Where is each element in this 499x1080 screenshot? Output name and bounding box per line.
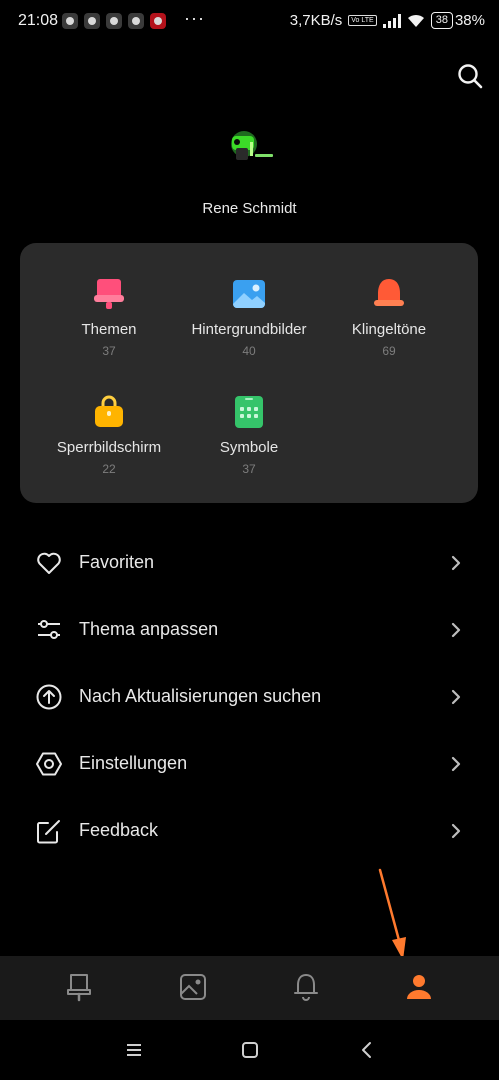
- chevron-right-icon: [451, 689, 461, 704]
- battery-percent: 38%: [454, 12, 485, 29]
- status-time: 21:08: [18, 12, 59, 29]
- home-icon[interactable]: [240, 1040, 260, 1060]
- annotation-arrow-icon: [378, 868, 406, 960]
- menu-item-check-updates[interactable]: Nach Aktualisierungen suchen: [0, 663, 499, 730]
- menu-item-label: Thema anpassen: [79, 619, 219, 639]
- status-right: 3,7KB/s Vo LTE 38 38%: [290, 12, 485, 29]
- category-label: Themen: [81, 321, 137, 338]
- category-wallpapers[interactable]: Hintergrundbilder 40: [179, 277, 319, 358]
- app-notification-icon: [84, 13, 100, 29]
- menu-item-customize-theme[interactable]: Thema anpassen: [0, 596, 499, 663]
- category-label: Sperrbildschirm: [56, 439, 162, 456]
- wallpaper-icon: [233, 280, 265, 308]
- avatar[interactable]: [222, 120, 280, 178]
- category-themes[interactable]: Themen 37: [39, 277, 179, 358]
- category-count: 37: [102, 344, 116, 358]
- menu-item-label: Einstellungen: [79, 753, 188, 773]
- lock-icon: [95, 395, 123, 427]
- category-count: 22: [102, 462, 116, 476]
- app-notification-icon: [150, 13, 166, 29]
- battery-icon: 38 38%: [430, 12, 485, 29]
- update-icon: [36, 684, 62, 709]
- system-nav-bar: [0, 1020, 499, 1080]
- category-count: 37: [242, 462, 256, 476]
- profile-tab-icon[interactable]: [404, 972, 434, 1002]
- wallpaper-tab-icon[interactable]: [178, 972, 208, 1002]
- app-notification-icon: [62, 13, 78, 29]
- categories-card: Themen 37 Hintergrundbilder 40 Klingeltö…: [20, 243, 478, 503]
- status-bar: 21:08 ··· 3,7KB/s Vo LTE 38 38%: [0, 0, 499, 44]
- chevron-right-icon: [451, 622, 461, 637]
- app-notification-icon: [128, 13, 144, 29]
- notification-icons: [62, 13, 166, 29]
- category-count: 69: [382, 344, 396, 358]
- network-speed: 3,7KB/s: [289, 12, 343, 29]
- back-icon[interactable]: [357, 1040, 377, 1060]
- battery-level: 38: [430, 12, 453, 29]
- bottom-nav: [0, 956, 499, 1020]
- app-notification-icon: [106, 13, 122, 29]
- wifi-icon: [407, 14, 424, 27]
- menu-item-label: Nach Aktualisierungen suchen: [79, 686, 322, 706]
- menu-item-feedback[interactable]: Feedback: [0, 797, 499, 864]
- icons-icon: [235, 396, 263, 428]
- volte-icon: Vo LTE: [348, 15, 377, 26]
- chevron-right-icon: [451, 756, 461, 771]
- username: Rene Schmidt: [202, 200, 297, 217]
- category-ringtones[interactable]: Klingeltöne 69: [319, 277, 459, 358]
- signal-icon: [382, 13, 401, 28]
- more-notifications-icon: ···: [184, 8, 205, 28]
- category-label: Symbole: [219, 439, 279, 456]
- menu-item-favorites[interactable]: Favoriten: [0, 529, 499, 596]
- menu-item-settings[interactable]: Einstellungen: [0, 730, 499, 797]
- sliders-icon: [38, 619, 60, 639]
- category-label: Hintergrundbilder: [191, 321, 307, 338]
- search-icon[interactable]: [456, 62, 484, 90]
- heart-icon: [37, 552, 61, 574]
- chevron-right-icon: [451, 555, 461, 570]
- chevron-right-icon: [451, 823, 461, 838]
- menu-icon[interactable]: [124, 1040, 144, 1060]
- category-icons[interactable]: Symbole 37: [179, 395, 319, 476]
- theme-icon: [94, 279, 124, 309]
- ringtone-tab-icon[interactable]: [291, 972, 321, 1002]
- menu-item-label: Favoriten: [79, 552, 155, 572]
- android-avatar-icon: [222, 120, 280, 178]
- settings-icon: [36, 752, 62, 775]
- bell-icon: [374, 279, 404, 306]
- theme-tab-icon[interactable]: [64, 972, 94, 1002]
- category-lockscreen[interactable]: Sperrbildschirm 22: [39, 395, 179, 476]
- menu-item-label: Feedback: [79, 820, 159, 840]
- category-label: Klingeltöne: [351, 321, 427, 338]
- category-count: 40: [242, 344, 256, 358]
- menu-list: Favoriten Thema anpassen Nach Aktualisie…: [0, 529, 499, 864]
- feedback-icon: [37, 819, 60, 843]
